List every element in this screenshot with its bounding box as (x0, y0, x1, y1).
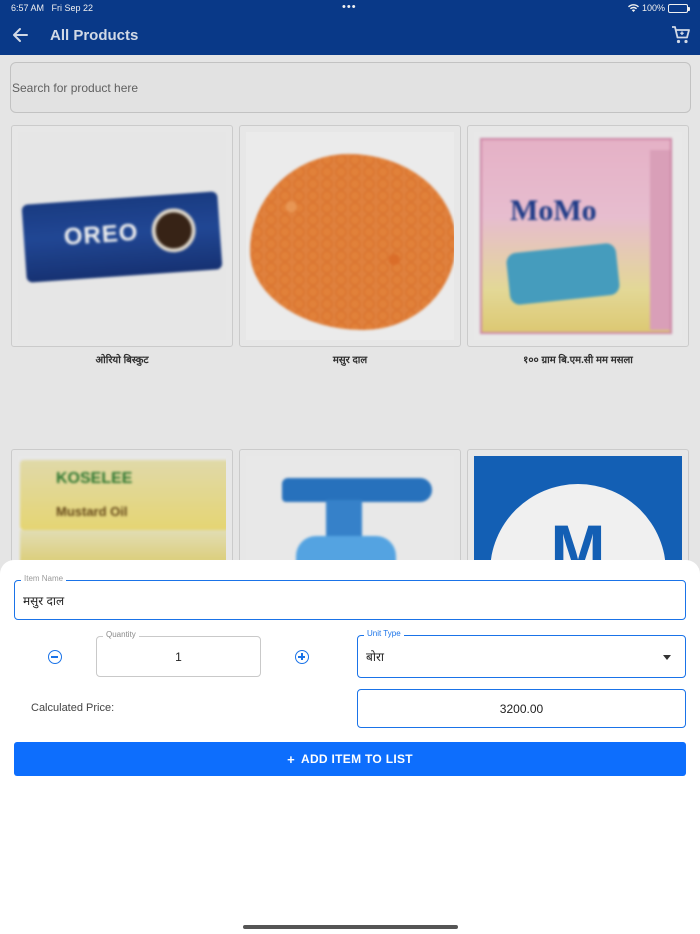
unit-type-select[interactable]: Unit Type बोरा (357, 629, 686, 678)
increase-quantity-icon[interactable] (295, 650, 309, 664)
add-item-to-list-button[interactable]: + ADD ITEM TO LIST (14, 742, 686, 776)
item-name-field[interactable]: Item Name मसुर दाल (14, 574, 686, 620)
decrease-quantity-icon[interactable] (48, 650, 62, 664)
quantity-value: 1 (175, 649, 182, 664)
unit-type-value: बोरा (366, 650, 384, 664)
dropdown-caret-icon[interactable] (663, 655, 671, 660)
add-item-to-list-label: ADD ITEM TO LIST (300, 752, 413, 766)
calculated-price-value: 3200.00 (499, 701, 544, 716)
home-indicator[interactable] (243, 925, 458, 929)
quantity-field[interactable]: Quantity 1 (96, 630, 261, 677)
item-name-value: मसुर दाल (23, 593, 65, 608)
plus-icon: + (287, 751, 295, 767)
calculated-price-field[interactable]: 3200.00 (357, 689, 686, 728)
calculated-price-label: Calculated Price: (31, 702, 115, 714)
add-item-sheet: Item Name मसुर दाल Quantity 1 Unit Type … (0, 560, 700, 934)
